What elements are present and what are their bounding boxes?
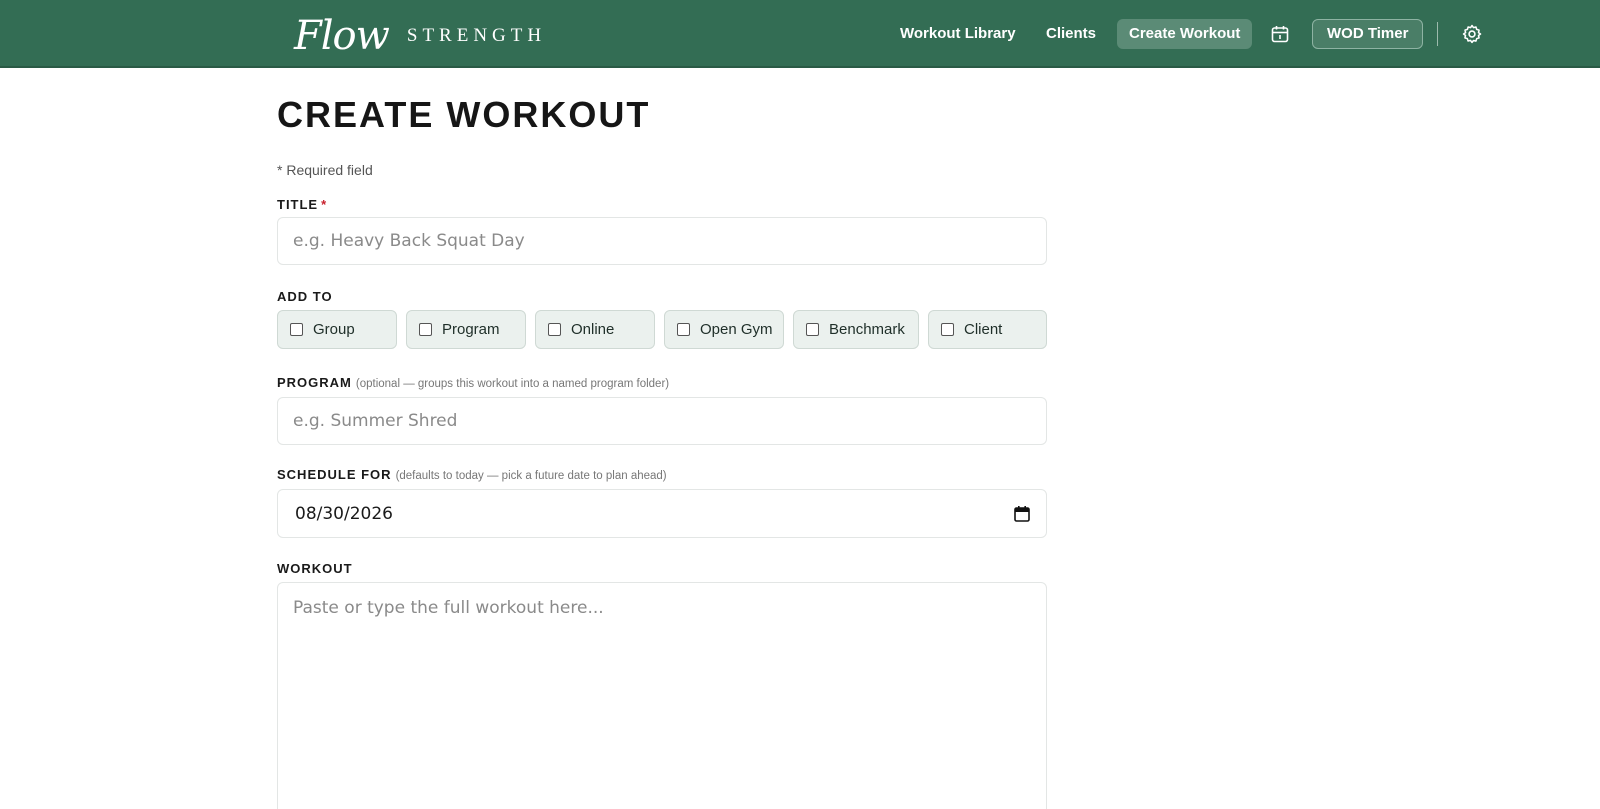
option-label: Group (313, 321, 355, 338)
add-to-option-online[interactable]: Online (535, 310, 655, 349)
top-navigation-bar: Flow STRENGTH Workout Library Clients Cr… (0, 0, 1600, 68)
workout-label: WORKOUT (277, 561, 353, 576)
option-label: Program (442, 321, 500, 338)
logo-wordmark: STRENGTH (406, 25, 547, 46)
schedule-date-input[interactable]: 08/30/2026 (277, 489, 1047, 538)
calendar-picker-icon[interactable] (1013, 505, 1031, 523)
calendar-icon (1271, 26, 1289, 43)
option-label: Benchmark (829, 321, 905, 338)
checkbox[interactable] (419, 323, 432, 336)
program-label: PROGRAM (optional — groups this workout i… (277, 375, 669, 390)
title-label-text: TITLE (277, 197, 319, 212)
add-to-option-client[interactable]: Client (928, 310, 1047, 349)
brand-logo[interactable]: Flow STRENGTH (294, 6, 546, 62)
program-hint: (optional — groups this workout into a n… (355, 378, 670, 390)
checkbox[interactable] (806, 323, 819, 336)
add-to-option-program[interactable]: Program (406, 310, 526, 349)
checkbox[interactable] (290, 323, 303, 336)
add-to-label: ADD TO (277, 289, 333, 304)
title-label: TITLE * (277, 197, 327, 212)
option-label: Open Gym (700, 321, 773, 338)
page-title: CREATE WORKOUT (277, 94, 651, 135)
gear-icon (1462, 24, 1482, 44)
header-divider (1437, 22, 1438, 46)
wod-timer-button[interactable]: WOD Timer (1312, 19, 1424, 49)
required-star: * (321, 197, 328, 212)
program-label-text: PROGRAM (277, 375, 352, 390)
nav-clients[interactable]: Clients (1034, 19, 1108, 49)
checkbox[interactable] (548, 323, 561, 336)
title-input[interactable] (277, 217, 1047, 265)
checkbox[interactable] (941, 323, 954, 336)
required-field-note: * Required field (277, 162, 373, 178)
nav-create-workout[interactable]: Create Workout (1117, 19, 1253, 49)
schedule-for-label-text: SCHEDULE FOR (277, 467, 392, 482)
schedule-for-hint: (defaults to today — pick a future date … (395, 470, 667, 482)
option-label: Client (964, 321, 1003, 338)
calendar-button[interactable] (1267, 21, 1293, 47)
add-to-option-group[interactable]: Group (277, 310, 397, 349)
logo-script-text: Flow (294, 13, 390, 59)
workout-textarea[interactable] (277, 582, 1047, 809)
add-to-option-open-gym[interactable]: Open Gym (664, 310, 784, 349)
add-to-option-benchmark[interactable]: Benchmark (793, 310, 919, 349)
settings-button[interactable] (1459, 21, 1485, 47)
option-label: Online (571, 321, 615, 338)
schedule-date-value: 08/30/2026 (295, 503, 393, 524)
nav-workout-library[interactable]: Workout Library (888, 19, 1028, 49)
program-input[interactable] (277, 397, 1047, 445)
checkbox[interactable] (677, 323, 690, 336)
schedule-for-label: SCHEDULE FOR (defaults to today — pick a … (277, 467, 667, 482)
